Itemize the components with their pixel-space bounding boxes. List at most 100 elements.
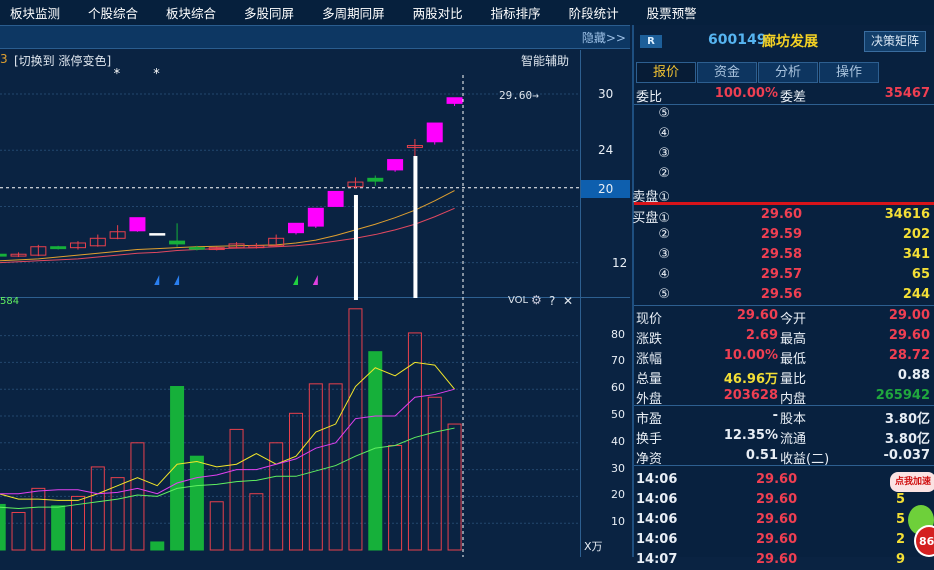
- candle-body: [307, 207, 324, 227]
- volume-bar: [209, 501, 224, 551]
- signal-flag-icon: [312, 275, 318, 285]
- tick-time: 14:06: [636, 532, 678, 547]
- speedup-ad-bubble[interactable]: 点我加速: [890, 472, 934, 492]
- volume-bar: [348, 308, 363, 551]
- weibi-row: 委比 100.00% 委差 35467: [634, 84, 934, 105]
- settings-gear-icon[interactable]: ⚙: [531, 293, 542, 307]
- bid-row: ⑤ 29.56 244: [634, 285, 934, 305]
- menu-item-compare[interactable]: 两股对比: [413, 3, 463, 22]
- close-icon[interactable]: ✕: [563, 294, 573, 308]
- vol-label: VOL: [508, 295, 529, 306]
- stock-code: 600149: [708, 32, 767, 48]
- indicator-fragment: 3: [0, 52, 8, 66]
- vol-ma-line-yellow: [0, 361, 455, 501]
- stat-value: 2.69: [745, 328, 778, 343]
- stat-label: 涨幅: [636, 352, 663, 367]
- stat-label: 股本: [780, 412, 807, 427]
- tick-volume: 2: [896, 532, 906, 547]
- price-tick: 30: [598, 87, 614, 101]
- volume-bar: [170, 386, 185, 551]
- tab-funds[interactable]: 资金: [697, 62, 757, 83]
- tick-row: 14:06 29.60 5: [634, 510, 934, 530]
- stat-label: 今开: [780, 312, 807, 327]
- tick-price: 29.60: [756, 552, 798, 567]
- bid-level-label: ③: [658, 247, 670, 262]
- bid-level-label: ⑤: [658, 287, 670, 302]
- menu-item-multi-stock[interactable]: 多股同屏: [244, 3, 294, 22]
- tick-time: 14:06: [636, 492, 678, 507]
- tick-time: 14:06: [636, 472, 678, 487]
- volume-bar: [249, 493, 264, 551]
- bid-level-label: ④: [658, 267, 670, 282]
- menu-item-sector-overview[interactable]: 板块综合: [166, 3, 216, 22]
- stat-value: 0.51: [745, 448, 778, 463]
- switch-limit-color-link[interactable]: [切换到 涨停变色]: [14, 52, 111, 69]
- ask-row: ②: [634, 164, 934, 184]
- stat-row: 涨跌 2.69 最高 29.60: [634, 326, 934, 347]
- bid-price: 29.60: [760, 207, 802, 222]
- volume-bar: [31, 487, 46, 551]
- bid-row: ④ 29.57 65: [634, 265, 934, 285]
- stat-value: 29.00: [888, 308, 930, 323]
- vol-tick: 50: [611, 408, 625, 421]
- ask-level-label: ④: [658, 126, 670, 141]
- candle-body: [387, 159, 404, 171]
- weibi-label: 委比: [636, 90, 663, 105]
- vol-unit-label: X万: [584, 540, 603, 553]
- candle-body: [50, 246, 67, 250]
- menu-item-sector-monitor[interactable]: 板块监测: [10, 3, 60, 22]
- candle-body: [169, 240, 186, 245]
- stat-value: 203628: [723, 388, 778, 403]
- axis-divider: [580, 50, 581, 557]
- marker-bar: [353, 195, 358, 300]
- bid-price: 29.58: [760, 247, 802, 262]
- menu-item-period-stats[interactable]: 阶段统计: [569, 3, 619, 22]
- ask-level-label: ②: [658, 166, 670, 181]
- candle-body: [129, 217, 146, 232]
- stat-row: 涨幅 10.00% 最低 28.72: [634, 346, 934, 367]
- star-icon: *: [153, 67, 160, 82]
- vol-tick: 70: [611, 354, 625, 368]
- candle-body: [426, 122, 443, 143]
- bid-volume: 341: [902, 247, 930, 262]
- stat-value: 0.88: [897, 368, 930, 383]
- tick-price: 29.60: [756, 492, 798, 507]
- tab-operation[interactable]: 操作: [819, 62, 879, 83]
- bid-volume: 244: [902, 287, 930, 302]
- volume-bar: [189, 455, 204, 551]
- volume-bar: [51, 505, 66, 551]
- marker-bar: [413, 156, 418, 298]
- stat-value: 3.80亿: [884, 432, 930, 447]
- menu-item-stock-overview[interactable]: 个股综合: [88, 3, 138, 22]
- stat-label: 现价: [636, 312, 663, 327]
- weibi-value: 100.00%: [714, 86, 778, 101]
- volume-bar: [388, 444, 403, 551]
- tick-price: 29.60: [756, 512, 798, 527]
- candle-body: [0, 253, 7, 257]
- tab-quote[interactable]: 报价: [636, 62, 696, 83]
- stat-label: 换手: [636, 432, 663, 447]
- stat-row: 净资 0.51 收益(二) -0.037: [634, 446, 934, 467]
- smart-assist-button[interactable]: 智能辅助: [521, 52, 569, 69]
- stat-value: 46.96万: [723, 372, 778, 387]
- stat-value: -: [772, 408, 778, 423]
- menu-item-multi-period[interactable]: 多周期同屏: [322, 3, 385, 22]
- help-icon[interactable]: ?: [549, 294, 555, 308]
- candle-body: [188, 247, 205, 250]
- tick-time: 14:06: [636, 512, 678, 527]
- menu-item-indicator-rank[interactable]: 指标排序: [491, 3, 541, 22]
- vol-ma-line-magenta: [0, 388, 455, 495]
- tick-volume: 5: [896, 512, 906, 527]
- top-menu-bar: 板块监测 个股综合 板块综合 多股同屏 多周期同屏 两股对比 指标排序 阶段统计…: [0, 0, 934, 25]
- menu-item-alerts[interactable]: 股票预警: [647, 3, 697, 22]
- volume-bar: [368, 351, 383, 551]
- stat-value: -0.037: [883, 448, 930, 463]
- stat-row: 现价 29.60 今开 29.00: [634, 306, 934, 327]
- tab-analysis[interactable]: 分析: [758, 62, 818, 83]
- stat-label: 涨跌: [636, 332, 663, 347]
- bid-volume: 65: [911, 267, 930, 282]
- hide-button[interactable]: 隐藏>>: [582, 29, 626, 46]
- decision-matrix-button[interactable]: 决策矩阵: [864, 31, 926, 52]
- stat-label: 市盈: [636, 412, 663, 427]
- vol-tick: 10: [611, 515, 625, 529]
